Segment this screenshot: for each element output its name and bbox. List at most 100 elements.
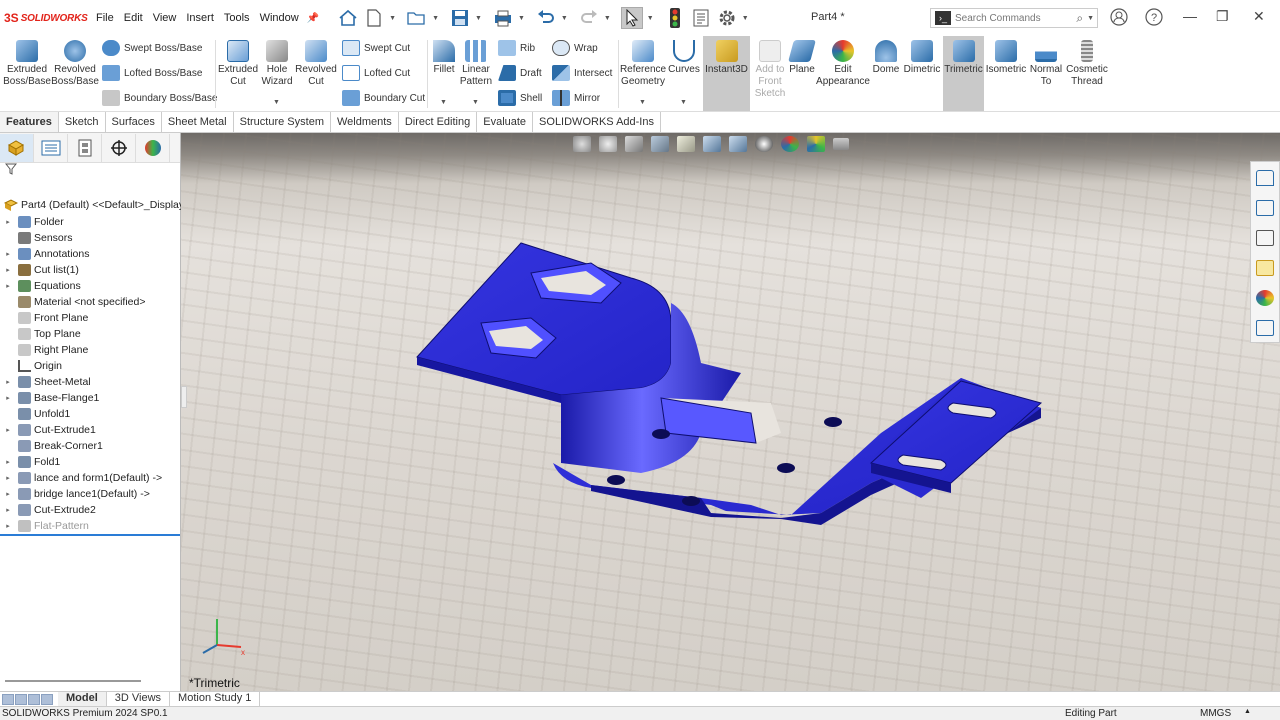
open-folder-icon[interactable] [406, 7, 428, 29]
revolved-cut-button[interactable]: Revolved Cut [295, 36, 337, 88]
isometric-button[interactable]: Isometric [986, 36, 1026, 76]
restore-icon[interactable]: ❐ [1216, 8, 1229, 25]
tree-item-unfold1[interactable]: Unfold1 [0, 406, 70, 422]
tree-item-top-plane[interactable]: Top Plane [0, 326, 81, 342]
dimetric-button[interactable]: Dimetric [903, 36, 941, 76]
lofted-cut-button[interactable]: Lofted Cut [342, 65, 410, 81]
rollback-bar[interactable] [0, 534, 180, 536]
app-logo[interactable]: 3S SOLIDWORKS [0, 11, 92, 25]
boundary-cut-button[interactable]: Boundary Cut [342, 90, 425, 106]
tree-item-bridge-lance1[interactable]: ▸ bridge lance1(Default) -> [0, 486, 150, 502]
plane-button[interactable]: Plane [788, 36, 816, 76]
expand-arrow-icon[interactable]: ▸ [3, 458, 13, 466]
file-properties-icon[interactable] [690, 7, 712, 29]
filter-icon[interactable] [0, 163, 180, 181]
tree-item-front-plane[interactable]: Front Plane [0, 310, 88, 326]
user-account-icon[interactable] [1110, 8, 1128, 29]
tree-item-folder[interactable]: ▸ Folder [0, 214, 64, 230]
rebuild-traffic-light-icon[interactable] [664, 7, 686, 29]
chevron-down-icon[interactable]: ▼ [432, 15, 439, 22]
new-document-icon[interactable] [363, 7, 385, 29]
expand-arrow-icon[interactable]: ▸ [3, 522, 13, 530]
chevron-down-icon[interactable]: ▼ [518, 15, 525, 22]
tab-sketch[interactable]: Sketch [59, 112, 106, 132]
last-tab-icon[interactable] [41, 693, 53, 705]
display-manager-tab-icon[interactable] [136, 133, 170, 162]
tab-surfaces[interactable]: Surfaces [106, 112, 162, 132]
tab-solidworks-add-ins[interactable]: SOLIDWORKS Add-Ins [533, 112, 661, 132]
tree-item-flat-pattern[interactable]: ▸ Flat-Pattern [0, 518, 89, 534]
minimize-icon[interactable]: — [1183, 8, 1197, 24]
fillet-button[interactable]: Fillet [430, 36, 458, 76]
extruded-cut-button[interactable]: Extruded Cut [218, 36, 258, 88]
configuration-manager-tab-icon[interactable] [68, 133, 102, 162]
tree-item-break-corner1[interactable]: Break-Corner1 [0, 438, 103, 454]
hole-wizard-button[interactable]: Hole Wizard [258, 36, 296, 88]
tab-features[interactable]: Features [0, 112, 59, 132]
graphics-area[interactable]: x *Trimetric [181, 133, 1280, 691]
tree-item-sheet-metal[interactable]: ▸ Sheet-Metal [0, 374, 91, 390]
menu-edit[interactable]: Edit [124, 12, 143, 24]
tree-item-fold1[interactable]: ▸ Fold1 [0, 454, 60, 470]
first-tab-icon[interactable] [2, 693, 14, 705]
file-explorer-icon[interactable] [1251, 224, 1279, 252]
mirror-button[interactable]: Mirror [552, 90, 600, 106]
cosmetic-thread-button[interactable]: Cosmetic Thread [1066, 36, 1108, 88]
draft-button[interactable]: Draft [498, 65, 542, 81]
curves-button[interactable]: Curves [666, 36, 702, 76]
select-pointer-icon[interactable] [620, 7, 643, 29]
extruded-boss-button[interactable]: Extruded Boss/Base [3, 36, 51, 88]
wrap-button[interactable]: Wrap [552, 40, 598, 56]
chevron-up-icon[interactable]: ▲ [1244, 708, 1251, 715]
search-commands-field[interactable]: ›_ Search Commands ⌕ ▼ [930, 8, 1098, 28]
expand-arrow-icon[interactable]: ▸ [3, 250, 13, 258]
tab-sheet-metal[interactable]: Sheet Metal [162, 112, 234, 132]
save-icon[interactable] [449, 7, 471, 29]
trimetric-button[interactable]: Trimetric [943, 36, 984, 111]
swept-cut-button[interactable]: Swept Cut [342, 40, 410, 56]
custom-properties-icon[interactable] [1251, 314, 1279, 342]
help-icon[interactable]: ? [1145, 8, 1163, 29]
options-gear-icon[interactable] [716, 7, 738, 29]
expand-arrow-icon[interactable]: ▸ [3, 426, 13, 434]
menu-tools[interactable]: Tools [224, 12, 250, 24]
menu-window[interactable]: Window [260, 12, 299, 24]
tree-item-material[interactable]: Material <not specified> [0, 294, 145, 310]
instant3d-button[interactable]: Instant3D [703, 36, 750, 111]
pin-icon[interactable]: 📌 [307, 13, 319, 24]
sheet-metal-part[interactable] [181, 133, 1280, 691]
feature-manager-tab-icon[interactable] [0, 133, 34, 162]
edit-appearance-button[interactable]: Edit Appearance [816, 36, 870, 88]
dome-button[interactable]: Dome [870, 36, 902, 76]
reference-geometry-button[interactable]: Reference Geometry [620, 36, 666, 88]
design-library-icon[interactable] [1251, 194, 1279, 222]
dimxpert-manager-tab-icon[interactable] [102, 133, 136, 162]
chevron-down-icon[interactable]: ▼ [472, 99, 479, 106]
tree-item-sensors[interactable]: Sensors [0, 230, 73, 246]
tab-model[interactable]: Model [58, 692, 107, 706]
expand-arrow-icon[interactable]: ▸ [3, 394, 13, 402]
part-root-node[interactable]: Part4 (Default) <<Default>_Display S [4, 199, 194, 211]
expand-arrow-icon[interactable]: ▸ [3, 378, 13, 386]
tree-item-annotations[interactable]: ▸ Annotations [0, 246, 89, 262]
chevron-down-icon[interactable]: ▼ [273, 99, 280, 106]
expand-arrow-icon[interactable]: ▸ [3, 218, 13, 226]
close-icon[interactable]: ✕ [1253, 8, 1265, 25]
expand-arrow-icon[interactable]: ▸ [3, 490, 13, 498]
property-manager-tab-icon[interactable] [34, 133, 68, 162]
menu-insert[interactable]: Insert [186, 12, 214, 24]
chevron-down-icon[interactable]: ▼ [561, 15, 568, 22]
chevron-down-icon[interactable]: ▼ [475, 15, 482, 22]
boundary-boss-button[interactable]: Boundary Boss/Base [102, 90, 217, 106]
rib-button[interactable]: Rib [498, 40, 535, 56]
tab-3d-views[interactable]: 3D Views [107, 692, 171, 706]
next-tab-icon[interactable] [28, 693, 40, 705]
tab-evaluate[interactable]: Evaluate [477, 112, 534, 132]
status-units[interactable]: MMGS [1200, 708, 1231, 719]
home-icon[interactable] [337, 7, 359, 29]
previous-tab-icon[interactable] [15, 693, 27, 705]
lofted-boss-button[interactable]: Lofted Boss/Base [102, 65, 202, 81]
expand-arrow-icon[interactable]: ▸ [3, 474, 13, 482]
intersect-button[interactable]: Intersect [552, 65, 612, 81]
tree-item-cut-list[interactable]: ▸ Cut list(1) [0, 262, 79, 278]
